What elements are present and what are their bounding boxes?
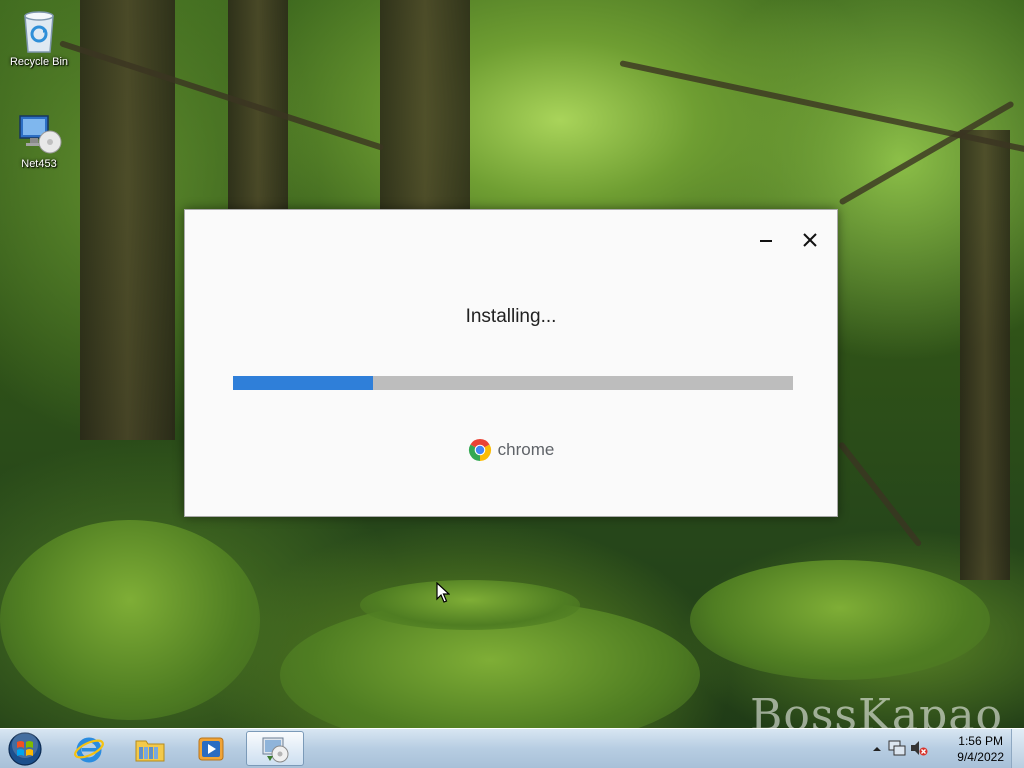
clock[interactable]: 1:56 PM 9/4/2022 xyxy=(957,733,1004,765)
internet-explorer-icon xyxy=(74,737,104,762)
installer-app-icon xyxy=(262,737,289,762)
chrome-logo-icon xyxy=(468,439,491,461)
recycle-bin-icon xyxy=(24,11,54,53)
show-desktop-button[interactable] xyxy=(1011,729,1024,768)
tree-branch xyxy=(837,441,923,548)
minimize-button[interactable] xyxy=(754,228,778,252)
volume-muted-icon xyxy=(911,741,928,756)
mouse-cursor-icon xyxy=(436,582,450,603)
taskbar-installer-app[interactable] xyxy=(246,731,304,766)
windows-orb-icon xyxy=(8,732,42,766)
moss-rock xyxy=(690,560,990,680)
clock-time: 1:56 PM xyxy=(958,734,1003,748)
minimize-icon xyxy=(760,240,772,242)
chrome-wordmark: chrome xyxy=(497,440,555,459)
moss-log xyxy=(360,580,580,630)
system-tray: 1:56 PM 9/4/2022 xyxy=(864,729,1024,768)
desktop-icon-net453[interactable]: Net453 xyxy=(1,112,77,170)
tree-trunk xyxy=(960,130,1010,580)
desktop-background: BossKapao Recycle Bin Net453 Installing.… xyxy=(0,0,1024,768)
chrome-installer-window: Installing... chrome xyxy=(184,209,838,517)
taskbar-internet-explorer[interactable] xyxy=(60,731,118,766)
volume-status[interactable] xyxy=(910,740,928,761)
media-player-icon xyxy=(198,737,224,760)
taskbar-media-player[interactable] xyxy=(182,731,240,766)
desktop-icon-label: Net453 xyxy=(21,158,57,170)
network-status[interactable] xyxy=(888,740,906,761)
tree-trunk xyxy=(380,0,470,210)
show-hidden-icons-chevron xyxy=(873,747,881,751)
close-icon xyxy=(803,233,817,247)
network-icon xyxy=(888,740,906,756)
clock-date: 9/4/2022 xyxy=(957,750,1004,764)
start-button[interactable] xyxy=(6,731,44,767)
network-setup-icon xyxy=(19,115,62,154)
taskbar-file-explorer[interactable] xyxy=(121,731,179,766)
desktop-icon-label: Recycle Bin xyxy=(9,56,69,68)
install-status-text: Installing... xyxy=(465,306,557,327)
install-progress-bar xyxy=(233,376,793,390)
show-hidden-icons-button[interactable] xyxy=(872,741,882,759)
chrome-brand: chrome xyxy=(185,438,837,462)
taskbar: 1:56 PM 9/4/2022 xyxy=(0,728,1024,768)
moss-rock xyxy=(0,520,260,720)
file-explorer-icon xyxy=(135,740,165,761)
install-progress-fill xyxy=(233,376,373,390)
close-button[interactable] xyxy=(798,228,822,252)
desktop-icon-recycle-bin[interactable]: Recycle Bin xyxy=(1,8,77,68)
